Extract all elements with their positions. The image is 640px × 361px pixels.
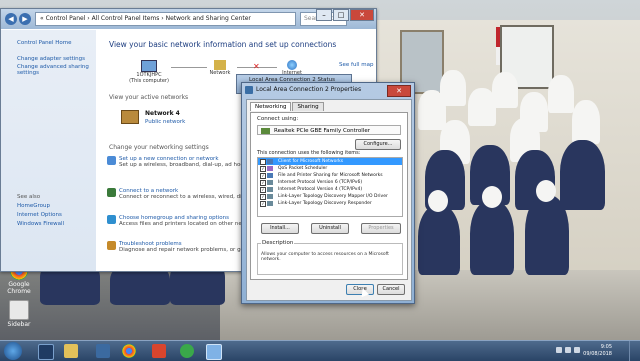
list-item[interactable]: ✓ File and Printer Sharing for Microsoft … [258,172,402,179]
volume-tray-icon[interactable] [565,347,571,353]
start-button[interactable] [4,342,22,360]
forward-button[interactable]: ▶ [19,13,31,25]
sidebar: Control Panel Home Change adapter settin… [1,30,96,271]
camtasia-icon[interactable] [180,344,194,358]
close-button[interactable]: ✕ [350,9,374,21]
list-item[interactable]: ✓ Link-Layer Topology Discovery Mapper I/… [258,193,402,200]
configure-button[interactable]: Configure... [355,139,401,150]
nic-icon [261,128,270,134]
sidebar-link-adapter[interactable]: Change adapter settings [1,56,96,62]
window-toolbar: ◀ ▶ « Control Panel › All Control Panel … [1,9,376,29]
paint-icon[interactable] [96,344,110,358]
properties-button[interactable]: Properties [361,223,401,234]
component-icon [267,194,273,199]
desktop-icon-label: Sidebar [7,321,31,328]
media-player-icon[interactable] [38,344,54,360]
dialog-close-button[interactable]: ✕ [387,85,411,97]
page-title: View your basic network information and … [109,40,337,49]
adapter-field: Realtek PCIe GBE Family Controller [257,125,401,135]
component-icon [267,173,273,178]
flag-tray-icon[interactable] [574,347,580,353]
tab-networking[interactable]: Networking [250,102,292,111]
window-buttons: – □ ✕ [315,9,374,21]
component-icon [267,201,273,206]
system-tray [556,347,580,353]
active-network-type[interactable]: Public network [145,119,185,125]
task-connect-network[interactable]: Connect to a network Connect or reconnec… [107,188,254,200]
dialog-title: Local Area Connection 2 Properties [256,86,362,93]
connect-icon [107,188,116,197]
task-troubleshoot[interactable]: Troubleshoot problems Diagnose and repai… [107,241,255,253]
component-icon [267,166,273,171]
see-also-internet-options[interactable]: Internet Options [1,212,96,218]
connection-properties-dialog: Local Area Connection 2 Properties ✕ Net… [241,82,415,304]
components-list: ✓ Client for Microsoft Networks ✓ QoS Pack… [257,157,403,217]
list-item[interactable]: ✓ Link-Layer Topology Discovery Responder [258,200,402,207]
sidebar-link-advanced-sharing[interactable]: Change advanced sharing settings [1,64,96,76]
computer-icon [141,60,157,72]
desktop-icon-sidebar[interactable]: Sidebar [6,300,32,328]
chrome-taskbar-icon[interactable] [122,344,136,358]
minimize-button[interactable]: – [316,9,332,21]
troubleshoot-icon [107,241,116,250]
maximize-button[interactable]: □ [333,9,349,21]
photo-flag [496,27,500,47]
description-label: Description [261,240,295,246]
description-text: Allows your computer to access resources… [261,252,389,262]
sidebar-home-link[interactable]: Control Panel Home [1,40,96,46]
new-connection-icon [107,156,116,165]
component-icon [267,187,273,192]
map-computer: 1OTKJHPC (This computer) [129,60,169,84]
back-button[interactable]: ◀ [5,13,17,25]
change-settings-label: Change your networking settings [109,144,209,151]
active-network-name: Network 4 [145,110,180,117]
list-item[interactable]: ✓ Client for Microsoft Networks [258,158,402,165]
dialog-body: Networking Sharing Connect using: Realte… [246,99,412,301]
map-link-line [171,67,207,68]
list-item[interactable]: ✓ QoS Packet Scheduler [258,165,402,172]
address-bar[interactable]: « Control Panel › All Control Panel Item… [35,12,296,26]
list-item[interactable]: ✓ Internet Protocol Version 4 (TCP/IPv4) [258,186,402,193]
connect-using-label: Connect using: [257,116,299,122]
bench-icon [121,110,139,124]
see-also-windows-firewall[interactable]: Windows Firewall [1,221,96,227]
see-full-map-link[interactable]: See full map [339,62,373,68]
homegroup-icon [107,215,116,224]
network-adapter-icon [245,86,253,94]
active-networks-label: View your active networks [109,94,189,101]
uninstall-button[interactable]: Uninstall [311,223,349,234]
component-icon [267,180,273,185]
globe-icon [287,60,297,70]
networking-panel: Connect using: Realtek PCIe GBE Family C… [250,112,408,280]
see-also-label: See also [17,194,41,200]
checkbox[interactable]: ✓ [260,201,266,207]
show-desktop-button[interactable] [629,341,640,361]
network-icon [214,60,226,70]
desktop-icon-label: Google Chrome [7,281,31,295]
sidebar-icon [9,300,29,320]
task-homegroup[interactable]: Choose homegroup and sharing options Acc… [107,215,253,227]
install-button[interactable]: Install... [261,223,299,234]
network-tray-icon[interactable] [556,347,562,353]
description-group: Description Allows your computer to acce… [257,240,403,275]
disconnected-icon: ✕ [253,62,260,71]
task-new-connection[interactable]: Set up a new connection or network Set u… [107,156,249,168]
clock[interactable]: 9:05 09/08/2018 [583,344,612,358]
file-explorer-icon[interactable] [64,344,78,358]
presentation-app-icon[interactable] [152,344,166,358]
dialog-tabs: Networking Sharing [250,102,325,111]
control-panel-taskbar-icon[interactable] [206,344,222,360]
items-label: This connection uses the following items… [257,150,361,156]
component-icon [267,159,273,164]
see-also-homegroup[interactable]: HomeGroup [1,203,96,209]
tab-sharing[interactable]: Sharing [292,102,324,111]
nav-buttons: ◀ ▶ [5,13,31,25]
cancel-button[interactable]: Cancel [377,284,405,295]
taskbar: 9:05 09/08/2018 [0,340,640,361]
map-network: Network [205,60,235,76]
list-item[interactable]: ✓ Internet Protocol Version 6 (TCP/IPv6) [258,179,402,186]
